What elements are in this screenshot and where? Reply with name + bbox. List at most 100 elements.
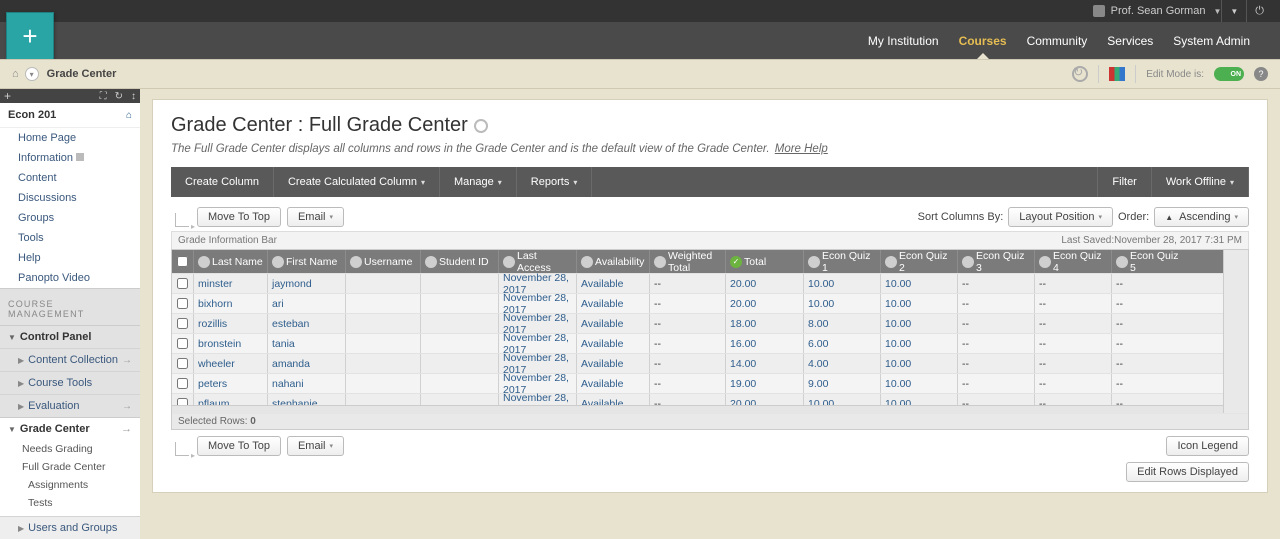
home-icon[interactable]: ⌂ xyxy=(12,68,19,80)
theme-palette-icon[interactable] xyxy=(1109,67,1125,81)
cell-quiz-3[interactable]: -- xyxy=(958,294,1035,313)
filter-button[interactable]: Filter xyxy=(1097,167,1151,197)
cell-first-name[interactable]: amanda xyxy=(268,354,346,373)
sidebar-link-groups[interactable]: Groups xyxy=(0,208,140,228)
cell-quiz-2[interactable]: 10.00 xyxy=(881,314,958,333)
cell-quiz-1[interactable]: 10.00 xyxy=(804,274,881,293)
cell-quiz-1[interactable]: 10.00 xyxy=(804,394,881,413)
cell-availability[interactable]: Available xyxy=(577,314,650,333)
cell-weighted-total[interactable]: -- xyxy=(650,294,726,313)
cell-total[interactable]: 18.00 xyxy=(726,314,804,333)
cell-quiz-1[interactable]: 10.00 xyxy=(804,294,881,313)
column-header-weighted-total[interactable]: Weighted Total xyxy=(650,250,726,273)
move-to-top-button[interactable]: Move To Top xyxy=(197,207,281,227)
cell-quiz-2[interactable]: 10.00 xyxy=(881,334,958,353)
row-checkbox[interactable] xyxy=(172,274,194,293)
cell-total[interactable]: 19.00 xyxy=(726,374,804,393)
cell-quiz-2[interactable]: 10.00 xyxy=(881,374,958,393)
cell-quiz-3[interactable]: -- xyxy=(958,314,1035,333)
sidebar-link-information[interactable]: Information xyxy=(0,148,140,168)
nav-courses[interactable]: Courses xyxy=(959,34,1007,48)
nav-my-institution[interactable]: My Institution xyxy=(868,34,939,48)
cell-first-name[interactable]: jaymond xyxy=(268,274,346,293)
cell-quiz-2[interactable]: 10.00 xyxy=(881,294,958,313)
sidebar-link-content[interactable]: Content xyxy=(0,168,140,188)
cell-quiz-5[interactable]: -- xyxy=(1112,274,1189,293)
cell-quiz-4[interactable]: -- xyxy=(1035,334,1112,353)
cell-availability[interactable]: Available xyxy=(577,274,650,293)
cell-first-name[interactable]: tania xyxy=(268,334,346,353)
cell-quiz-1[interactable]: 4.00 xyxy=(804,354,881,373)
reports-dropdown[interactable]: Reports▾ xyxy=(517,167,593,197)
cell-quiz-1[interactable]: 8.00 xyxy=(804,314,881,333)
cell-quiz-2[interactable]: 10.00 xyxy=(881,394,958,413)
cell-availability[interactable]: Available xyxy=(577,334,650,353)
horizontal-scroll-gutter[interactable] xyxy=(1223,250,1248,413)
cell-last-access[interactable]: November 28, 2017 xyxy=(499,394,577,413)
column-header-student-id[interactable]: Student ID xyxy=(421,250,499,273)
nav-system-admin[interactable]: System Admin xyxy=(1173,34,1250,48)
sidebar-item-evaluation[interactable]: ▶Evaluation → xyxy=(0,394,140,417)
row-checkbox[interactable] xyxy=(172,314,194,333)
reorder-icon[interactable]: ↕ xyxy=(131,91,136,102)
icon-legend-button[interactable]: Icon Legend xyxy=(1166,436,1249,456)
cell-last-access[interactable]: November 28, 2017 xyxy=(499,354,577,373)
sidebar-link-discussions[interactable]: Discussions xyxy=(0,188,140,208)
cell-last-name[interactable]: bronstein xyxy=(194,334,268,353)
create-column-button[interactable]: Create Column xyxy=(171,167,274,197)
cell-last-name[interactable]: bixhorn xyxy=(194,294,268,313)
cell-username[interactable] xyxy=(346,394,421,413)
order-dropdown[interactable]: ▲Ascending▾ xyxy=(1154,207,1249,227)
refresh-icon[interactable]: ↻ xyxy=(115,91,123,102)
cell-weighted-total[interactable]: -- xyxy=(650,374,726,393)
sidebar-link-help[interactable]: Help xyxy=(0,248,140,268)
nav-services[interactable]: Services xyxy=(1107,34,1153,48)
cell-quiz-4[interactable]: -- xyxy=(1035,374,1112,393)
cell-weighted-total[interactable]: -- xyxy=(650,274,726,293)
column-header-econ-quiz-5[interactable]: Econ Quiz 5 xyxy=(1112,250,1189,273)
sidebar-item-needs-grading[interactable]: Needs Grading xyxy=(0,440,140,458)
cell-last-access[interactable]: November 28, 2017 xyxy=(499,314,577,333)
column-header-econ-quiz-1[interactable]: Econ Quiz 1 xyxy=(804,250,881,273)
move-to-top-button-bottom[interactable]: Move To Top xyxy=(197,436,281,456)
work-offline-dropdown[interactable]: Work Offline▾ xyxy=(1152,167,1249,197)
column-header-econ-quiz-2[interactable]: Econ Quiz 2 xyxy=(881,250,958,273)
cell-last-name[interactable]: wheeler xyxy=(194,354,268,373)
email-button-bottom[interactable]: Email▾ xyxy=(287,436,344,456)
expand-icon[interactable]: ⛶ xyxy=(100,91,107,102)
sidebar-link-tools[interactable]: Tools xyxy=(0,228,140,248)
cell-weighted-total[interactable]: -- xyxy=(650,394,726,413)
sidebar-item-grade-center[interactable]: ▼ Grade Center → xyxy=(0,417,140,440)
cell-availability[interactable]: Available xyxy=(577,294,650,313)
cell-first-name[interactable]: stephanie xyxy=(268,394,346,413)
control-panel-toggle[interactable]: ▼ Control Panel xyxy=(0,325,140,348)
row-checkbox[interactable] xyxy=(172,294,194,313)
cell-first-name[interactable]: nahani xyxy=(268,374,346,393)
sidebar-link-home-page[interactable]: Home Page xyxy=(0,128,140,148)
cell-student-id[interactable] xyxy=(421,274,499,293)
refresh-icon[interactable] xyxy=(1072,66,1088,82)
cell-student-id[interactable] xyxy=(421,334,499,353)
cell-first-name[interactable]: ari xyxy=(268,294,346,313)
cell-student-id[interactable] xyxy=(421,374,499,393)
sidebar-item-content-collection[interactable]: ▶Content Collection → xyxy=(0,348,140,371)
edit-rows-displayed-button[interactable]: Edit Rows Displayed xyxy=(1126,462,1249,482)
cell-quiz-1[interactable]: 6.00 xyxy=(804,334,881,353)
cell-quiz-3[interactable]: -- xyxy=(958,354,1035,373)
cell-last-name[interactable]: pflaum xyxy=(194,394,268,413)
cell-last-access[interactable]: November 28, 2017 xyxy=(499,334,577,353)
column-header-username[interactable]: Username xyxy=(346,250,421,273)
add-menu-item-button[interactable]: + xyxy=(4,89,11,103)
cell-quiz-3[interactable]: -- xyxy=(958,274,1035,293)
cell-quiz-4[interactable]: -- xyxy=(1035,314,1112,333)
cell-availability[interactable]: Available xyxy=(577,374,650,393)
email-button[interactable]: Email▾ xyxy=(287,207,344,227)
manage-dropdown[interactable]: Manage▾ xyxy=(440,167,517,197)
cell-weighted-total[interactable]: -- xyxy=(650,354,726,373)
notifications-button[interactable]: ▼ xyxy=(1221,0,1246,22)
cell-student-id[interactable] xyxy=(421,354,499,373)
cell-total[interactable]: 20.00 xyxy=(726,274,804,293)
cell-quiz-2[interactable]: 10.00 xyxy=(881,274,958,293)
cell-total[interactable]: 16.00 xyxy=(726,334,804,353)
column-header-econ-quiz-3[interactable]: Econ Quiz 3 xyxy=(958,250,1035,273)
